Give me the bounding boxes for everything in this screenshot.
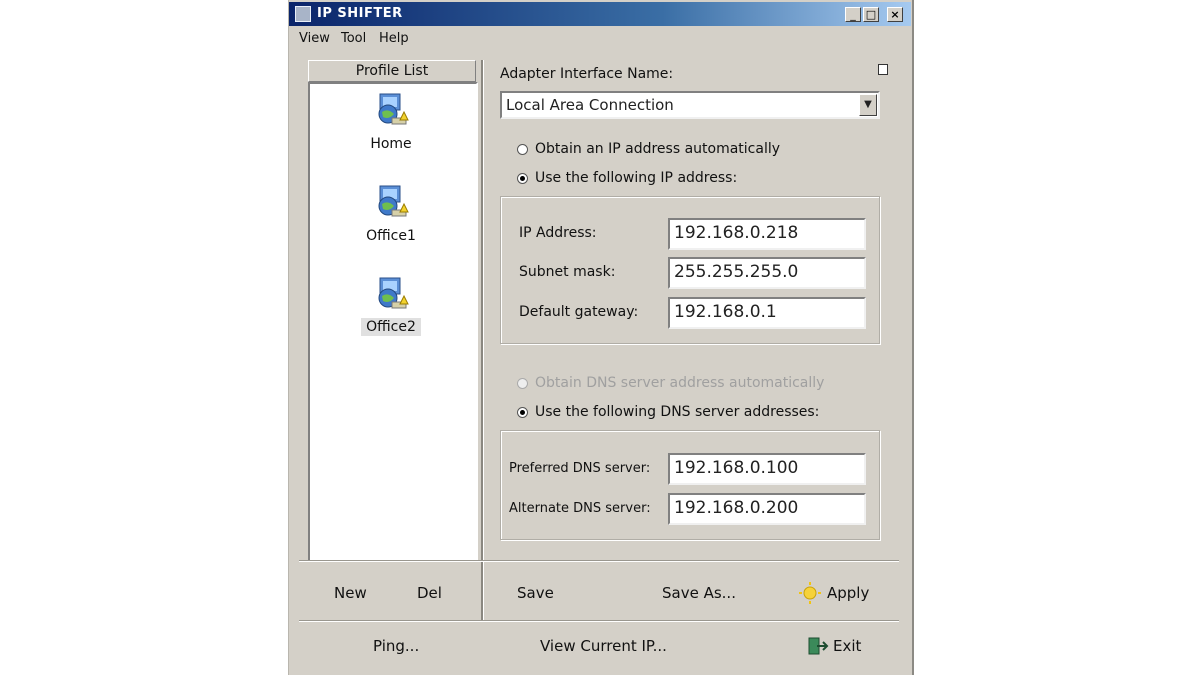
preferred-dns-input[interactable]: 192.168.0.100 — [668, 453, 866, 485]
apply-button[interactable]: Apply — [799, 580, 879, 606]
maximize-button[interactable]: □ — [863, 7, 879, 22]
ip-auto-radio[interactable] — [517, 144, 528, 155]
exit-button[interactable]: Exit — [807, 633, 877, 659]
preferred-dns-label: Preferred DNS server: — [509, 461, 651, 476]
sun-icon — [799, 582, 821, 604]
delete-profile-button[interactable]: Del — [417, 584, 442, 602]
window-title: IP SHIFTER — [317, 6, 403, 21]
view-current-ip-button[interactable]: View Current IP... — [540, 637, 667, 655]
profile-list-header: Profile List — [308, 60, 476, 82]
profile-list[interactable]: Home Office1 Office2 — [308, 82, 478, 562]
divider — [299, 560, 899, 561]
ping-button[interactable]: Ping... — [373, 637, 419, 655]
profile-item-home[interactable]: Home — [346, 90, 436, 160]
divider — [481, 60, 483, 620]
alternate-dns-label: Alternate DNS server: — [509, 501, 651, 516]
exit-icon — [808, 637, 829, 655]
ip-manual-radio[interactable] — [517, 173, 528, 184]
menu-view[interactable]: View — [299, 31, 330, 46]
ip-shifter-window: IP SHIFTER _ □ × View Tool Help Profile … — [288, 0, 914, 675]
ip-manual-option[interactable]: Use the following IP address: — [517, 170, 877, 190]
save-button: Save — [517, 584, 554, 602]
save-as-button[interactable]: Save As... — [662, 584, 736, 602]
title-bar[interactable]: IP SHIFTER _ □ × — [289, 2, 911, 26]
ip-settings-group: IP Address: 192.168.0.218 Subnet mask: 2… — [500, 196, 880, 344]
divider — [299, 620, 899, 621]
dns-manual-option[interactable]: Use the following DNS server addresses: — [517, 404, 877, 424]
ip-address-label: IP Address: — [519, 225, 597, 241]
menu-help[interactable]: Help — [379, 31, 409, 46]
close-button[interactable]: × — [887, 7, 903, 22]
app-icon — [295, 6, 311, 22]
menu-bar: View Tool Help — [289, 28, 911, 50]
alternate-dns-input[interactable]: 192.168.0.200 — [668, 493, 866, 525]
restore-icon[interactable] — [878, 64, 888, 75]
default-gateway-input[interactable]: 192.168.0.1 — [668, 297, 866, 329]
profile-label: Office1 — [366, 228, 416, 244]
minimize-button[interactable]: _ — [845, 7, 861, 22]
dns-manual-radio[interactable] — [517, 407, 528, 418]
dns-manual-label: Use the following DNS server addresses: — [535, 404, 820, 420]
profile-item-office2[interactable]: Office2 — [346, 274, 436, 344]
dns-settings-group: Preferred DNS server: 192.168.0.100 Alte… — [500, 430, 880, 540]
ip-auto-label: Obtain an IP address automatically — [535, 141, 781, 157]
profile-label: Home — [370, 136, 412, 152]
network-computer-icon — [378, 277, 409, 309]
subnet-mask-input[interactable]: 255.255.255.0 — [668, 257, 866, 289]
new-profile-button[interactable]: New — [334, 584, 367, 602]
adapter-select[interactable]: Local Area Connection ▼ — [500, 91, 880, 119]
default-gateway-label: Default gateway: — [519, 304, 639, 320]
ip-address-input[interactable]: 192.168.0.218 — [668, 218, 866, 250]
menu-tool[interactable]: Tool — [341, 31, 366, 46]
dns-auto-option: Obtain DNS server address automatically — [517, 375, 877, 395]
apply-label: Apply — [827, 584, 870, 602]
chevron-down-icon[interactable]: ▼ — [859, 94, 877, 116]
profile-label-selected: Office2 — [361, 318, 421, 336]
subnet-mask-label: Subnet mask: — [519, 264, 616, 280]
adapter-select-value: Local Area Connection — [506, 96, 674, 114]
dns-auto-label: Obtain DNS server address automatically — [535, 375, 825, 391]
network-computer-icon — [378, 185, 409, 217]
exit-label: Exit — [833, 637, 862, 655]
dns-auto-radio — [517, 378, 528, 389]
adapter-label: Adapter Interface Name: — [500, 66, 674, 82]
ip-auto-option[interactable]: Obtain an IP address automatically — [517, 141, 877, 161]
profile-item-office1[interactable]: Office1 — [346, 182, 436, 252]
ip-manual-label: Use the following IP address: — [535, 170, 738, 186]
network-computer-icon — [378, 93, 409, 125]
